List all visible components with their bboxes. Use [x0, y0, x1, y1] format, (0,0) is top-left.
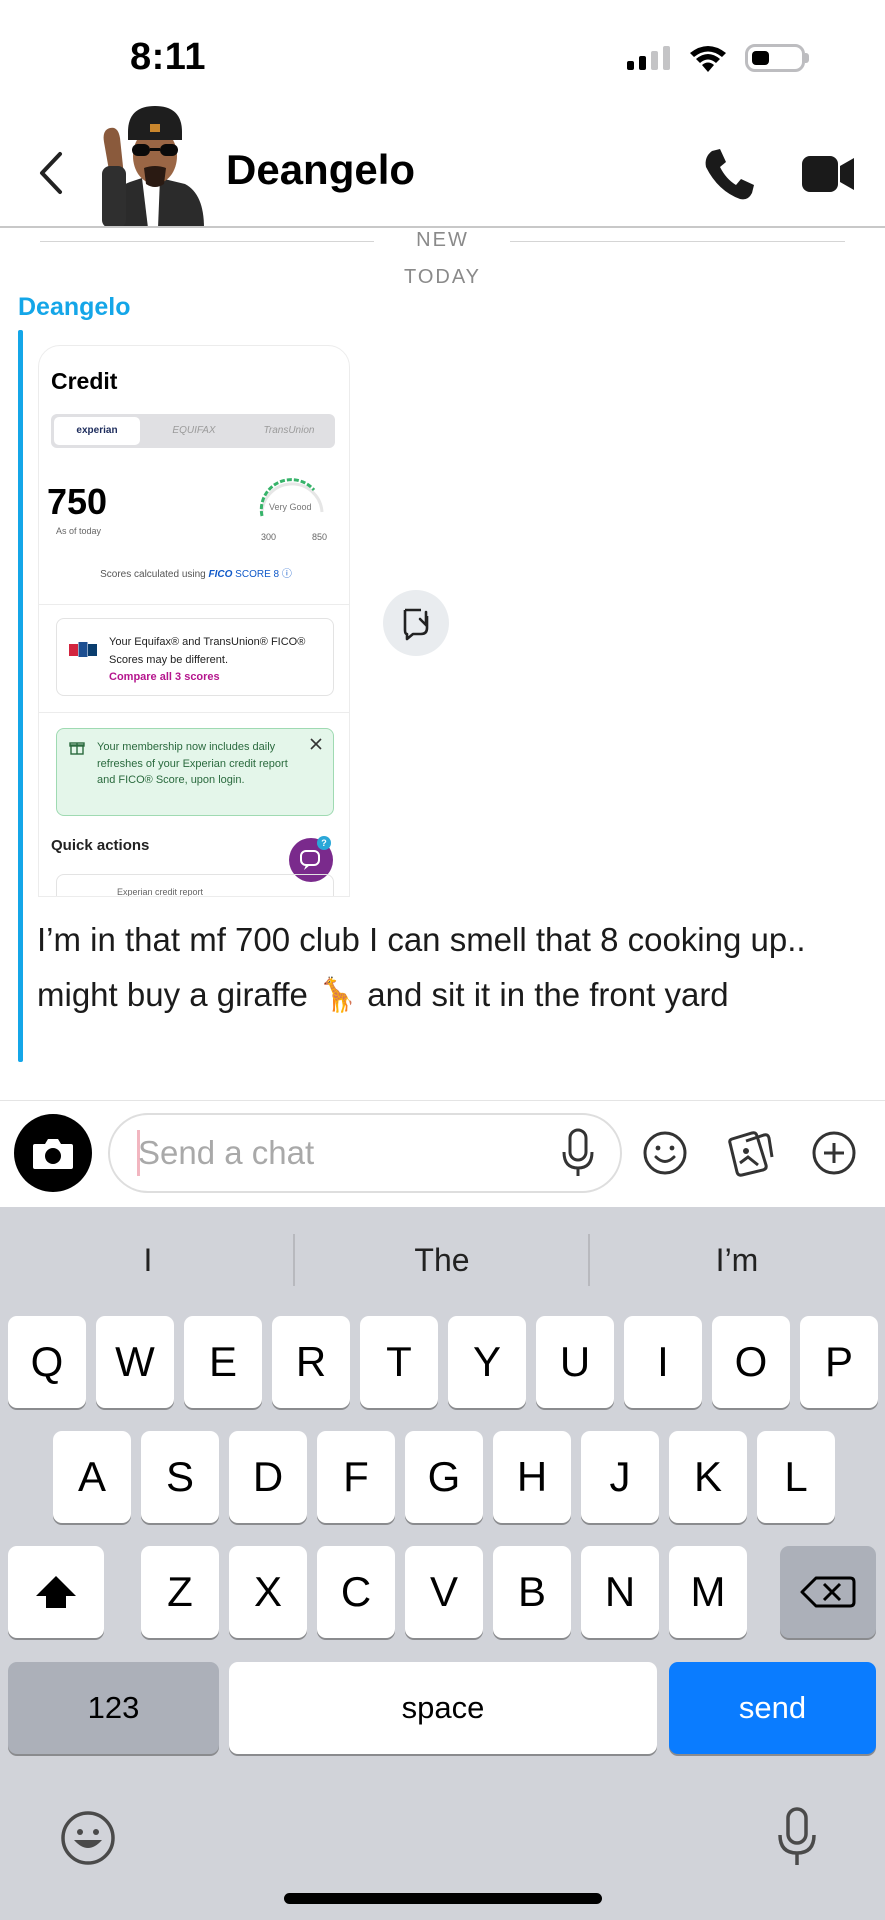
battery-icon	[745, 44, 805, 72]
score-date: As of today	[56, 526, 102, 536]
numbers-key[interactable]: 123	[8, 1662, 219, 1754]
fico-brand: FICO	[208, 569, 233, 580]
snapshot-list-item: Experian credit report	[117, 887, 204, 897]
cellular-signal-icon	[627, 46, 670, 70]
snapshot-divider	[39, 712, 349, 713]
membership-text: Your membership now includes daily refre…	[97, 741, 288, 786]
compare-scores-link: Compare all 3 scores	[109, 671, 220, 683]
new-divider-line	[510, 241, 845, 242]
suggestion-2[interactable]: The	[307, 1210, 577, 1310]
score-gauge	[259, 478, 324, 517]
key-q[interactable]: Q	[8, 1316, 86, 1408]
bureau-tabs: experian EQUIFAX TransUnion	[51, 414, 335, 448]
back-chevron-icon[interactable]	[30, 146, 76, 200]
key-f[interactable]: F	[317, 1431, 395, 1523]
backspace-key[interactable]	[780, 1546, 876, 1638]
backspace-icon	[800, 1576, 856, 1608]
smiley-icon[interactable]	[642, 1130, 688, 1176]
fico-suffix: SCORE 8 ⓘ	[232, 569, 292, 580]
new-divider-line	[40, 241, 374, 242]
help-badge-icon: ?	[317, 836, 331, 850]
sticker-icon[interactable]	[726, 1127, 774, 1177]
fico-prefix: Scores calculated using	[100, 569, 209, 580]
save-to-chat-icon	[403, 608, 429, 641]
message-sender: Deangelo	[18, 293, 131, 321]
close-icon	[310, 738, 322, 750]
credit-score: 750	[47, 481, 108, 522]
key-w[interactable]: W	[96, 1316, 174, 1408]
key-g[interactable]: G	[405, 1431, 483, 1523]
tab-experian: experian	[54, 417, 140, 445]
key-v[interactable]: V	[405, 1546, 483, 1638]
battery-cap	[805, 53, 809, 63]
key-t[interactable]: T	[360, 1316, 438, 1408]
key-d[interactable]: D	[229, 1431, 307, 1523]
shift-key[interactable]	[8, 1546, 104, 1638]
tab-transunion: TransUnion	[263, 425, 315, 436]
key-y[interactable]: Y	[448, 1316, 526, 1408]
input-bar-divider	[0, 1100, 885, 1101]
membership-notice: Your membership now includes daily refre…	[56, 728, 334, 816]
key-c[interactable]: C	[317, 1546, 395, 1638]
key-e[interactable]: E	[184, 1316, 262, 1408]
score-rating: Very Good	[269, 502, 312, 512]
camera-icon	[33, 1139, 73, 1169]
space-key[interactable]: space	[229, 1662, 657, 1754]
keyboard-emoji-icon[interactable]	[58, 1808, 118, 1868]
key-j[interactable]: J	[581, 1431, 659, 1523]
snapshot-title: Credit	[51, 368, 118, 394]
suggestion-3[interactable]: I’m	[602, 1210, 872, 1310]
video-camera-icon[interactable]	[800, 148, 856, 200]
plus-icon[interactable]	[811, 1130, 857, 1176]
camera-button[interactable]	[14, 1114, 92, 1192]
snapshot-list-card: Experian credit report	[56, 874, 334, 897]
home-indicator[interactable]	[284, 1893, 602, 1904]
microphone-icon[interactable]	[560, 1126, 596, 1180]
key-h[interactable]: H	[493, 1431, 571, 1523]
suggestion-divider	[588, 1234, 590, 1286]
fico-note: Scores calculated using FICO SCORE 8 ⓘ	[57, 565, 335, 580]
header-divider	[0, 226, 885, 228]
new-messages-label: NEW	[416, 229, 469, 251]
key-i[interactable]: I	[624, 1316, 702, 1408]
key-r[interactable]: R	[272, 1316, 350, 1408]
date-label: TODAY	[403, 266, 482, 288]
key-n[interactable]: N	[581, 1546, 659, 1638]
bitmoji-avatar[interactable]	[100, 98, 210, 228]
bureau-logos-icon	[69, 642, 97, 657]
contact-name[interactable]: Deangelo	[226, 146, 415, 194]
dictation-microphone-icon[interactable]	[776, 1805, 818, 1869]
range-min: 300	[261, 532, 277, 542]
key-a[interactable]: A	[53, 1431, 131, 1523]
key-l[interactable]: L	[757, 1431, 835, 1523]
key-z[interactable]: Z	[141, 1546, 219, 1638]
bureau-notice-text: Your Equifax® and TransUnion® FICO® Scor…	[109, 636, 306, 666]
suggestion-1[interactable]: I	[13, 1210, 283, 1310]
key-m[interactable]: M	[669, 1546, 747, 1638]
shared-screenshot[interactable]: Credit experian EQUIFAX TransUnion 750 A…	[38, 345, 350, 897]
suggestion-divider	[293, 1234, 295, 1286]
save-to-chat-button[interactable]	[383, 590, 449, 656]
message-sender-bar	[18, 330, 23, 1062]
wifi-icon	[690, 46, 726, 72]
key-s[interactable]: S	[141, 1431, 219, 1523]
key-b[interactable]: B	[493, 1546, 571, 1638]
message-text: I’m in that mf 700 club I can smell that…	[37, 921, 806, 1013]
chat-input-placeholder: Send a chat	[138, 1134, 315, 1171]
status-time: 8:11	[130, 36, 206, 78]
key-x[interactable]: X	[229, 1546, 307, 1638]
tab-equifax: EQUIFAX	[172, 425, 216, 436]
quick-actions-heading: Quick actions	[51, 837, 150, 854]
phone-icon[interactable]	[700, 145, 758, 203]
shift-icon	[36, 1576, 76, 1608]
snapshot-divider	[39, 604, 349, 605]
gift-icon	[69, 742, 85, 755]
send-key[interactable]: send	[669, 1662, 876, 1754]
key-o[interactable]: O	[712, 1316, 790, 1408]
bureau-notice-card: Your Equifax® and TransUnion® FICO® Scor…	[56, 618, 334, 696]
key-p[interactable]: P	[800, 1316, 878, 1408]
range-max: 850	[312, 532, 328, 542]
key-k[interactable]: K	[669, 1431, 747, 1523]
key-u[interactable]: U	[536, 1316, 614, 1408]
